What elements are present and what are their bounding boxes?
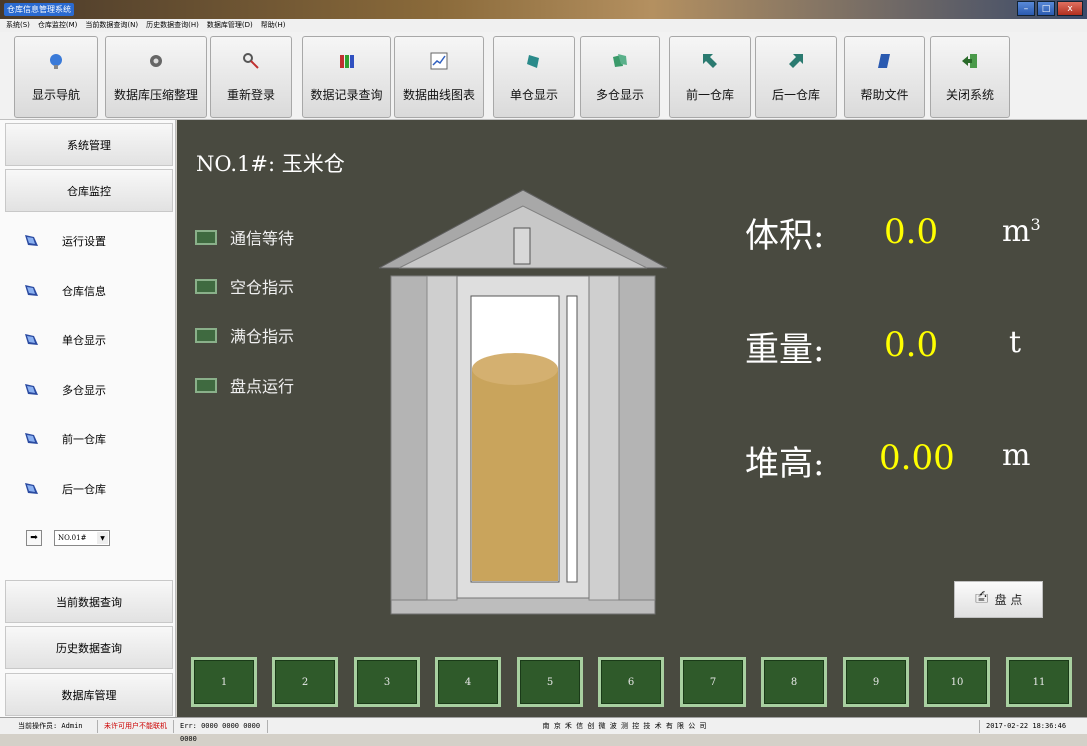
bin-button-11[interactable]: 11 (1006, 657, 1072, 707)
menu-database[interactable]: 数据库管理(D) (207, 19, 253, 32)
status-led (195, 229, 217, 245)
sidebar-item-next-bin[interactable]: 后一仓库 (22, 479, 106, 499)
status-led (195, 327, 217, 343)
gems-icon (611, 52, 629, 70)
gem-icon (525, 52, 543, 70)
silo-title: NO.1#: 玉米仓 (196, 152, 345, 176)
chart-icon (430, 52, 448, 70)
volume-unit: m3 (1002, 214, 1041, 249)
menu-help[interactable]: 帮助(H) (261, 19, 286, 32)
arrow-right-icon: ➡ (30, 533, 38, 543)
indicator-comm-wait: 通信等待 (195, 225, 294, 249)
indicator-full: 满仓指示 (195, 323, 294, 347)
sidebar-system-management[interactable]: 系统管理 (5, 123, 173, 166)
minimize-button[interactable]: – (1017, 1, 1035, 16)
books-icon (338, 52, 356, 70)
maximize-button[interactable]: □ (1037, 1, 1055, 16)
status-led (195, 278, 217, 294)
grain-surface (472, 353, 558, 385)
clipboard-icon: 🖆 (974, 591, 989, 605)
window-title: 仓库信息管理系统 (4, 3, 74, 16)
status-warning: 未许可用户不能联机 (100, 720, 174, 733)
single-bin-button[interactable]: 单仓显示 (493, 36, 575, 118)
prev-bin-button[interactable]: 前一仓库 (669, 36, 751, 118)
relogin-button[interactable]: 重新登录 (210, 36, 292, 118)
silo-panel: NO.1#: 玉米仓 通信等待 空仓指示 满仓指示 盘点运行 体积: 0.0 m… (177, 120, 1087, 717)
gem-icon (25, 433, 38, 444)
silo-diagram (378, 189, 668, 615)
height-label: 堆高: (745, 444, 825, 484)
records-query-button[interactable]: 数据记录查询 (302, 36, 391, 118)
sidebar-history-query[interactable]: 历史数据查询 (5, 626, 173, 669)
exit-icon (961, 52, 979, 70)
status-operator: 当前操作员: Admin (14, 720, 98, 733)
next-bin-button[interactable]: 后一仓库 (755, 36, 837, 118)
height-value: 0.00 (879, 438, 955, 478)
gem-icon (25, 334, 38, 345)
sidebar-current-query[interactable]: 当前数据查询 (5, 580, 173, 623)
menu-history-query[interactable]: 历史数据查询(H) (146, 19, 199, 32)
bin-button-5[interactable]: 5 (517, 657, 583, 707)
status-datetime: 2017-02-22 18:36:46 (986, 722, 1067, 730)
bin-button-9[interactable]: 9 (843, 657, 909, 707)
sidebar-item-run-settings[interactable]: 运行设置 (22, 231, 106, 251)
weight-value: 0.0 (884, 325, 939, 365)
status-company: 南 京 禾 信 创 微 波 测 控 技 术 有 限 公 司 (270, 720, 980, 733)
arrow-up-left-icon (701, 52, 719, 70)
globe-icon (47, 52, 65, 70)
curve-chart-button[interactable]: 数据曲线图表 (394, 36, 484, 118)
menu-monitor[interactable]: 仓库监控(M) (38, 19, 78, 32)
indicator-empty: 空仓指示 (195, 274, 294, 298)
grain-fill (472, 368, 558, 581)
bin-button-8[interactable]: 8 (761, 657, 827, 707)
title-bar: 仓库信息管理系统 – □ x (0, 0, 1087, 19)
gem-icon (25, 285, 38, 296)
menu-system[interactable]: 系统(S) (6, 19, 30, 32)
bin-button-10[interactable]: 10 (924, 657, 990, 707)
bin-button-2[interactable]: 2 (272, 657, 338, 707)
compress-db-button[interactable]: 数据库压缩整理 (105, 36, 207, 118)
sidebar-db-management[interactable]: 数据库管理 (5, 673, 173, 716)
show-nav-button[interactable]: 显示导航 (14, 36, 98, 118)
sidebar-item-bin-info[interactable]: 仓库信息 (22, 281, 106, 301)
bin-button-6[interactable]: 6 (598, 657, 664, 707)
sidebar-item-single-bin[interactable]: 单仓显示 (22, 330, 106, 350)
key-icon (242, 52, 260, 70)
gem-icon (25, 384, 38, 395)
help-file-button[interactable]: 帮助文件 (844, 36, 925, 118)
close-system-button[interactable]: 关闭系统 (930, 36, 1010, 118)
status-led (195, 377, 217, 393)
bin-button-1[interactable]: 1 (191, 657, 257, 707)
sidebar: 系统管理 仓库监控 运行设置 仓库信息 单仓显示 多仓显示 前一仓库 后一仓库 … (0, 120, 176, 717)
weight-unit: t (1009, 325, 1022, 360)
status-bar: 当前操作员: Admin 未许可用户不能联机 Err: 0000 0000 00… (0, 717, 1087, 743)
bin-select[interactable]: NO.01# ▼ (54, 530, 110, 546)
toolbar: 显示导航 数据库压缩整理 重新登录 数据记录查询 数据曲线图表 单仓显示 多仓显… (0, 32, 1087, 120)
bin-button-7[interactable]: 7 (680, 657, 746, 707)
multi-bin-button[interactable]: 多仓显示 (580, 36, 660, 118)
gem-icon (25, 483, 38, 494)
menu-bar: 系统(S) 仓库监控(M) 当前数据查询(N) 历史数据查询(H) 数据库管理(… (0, 19, 1087, 32)
volume-value: 0.0 (884, 212, 939, 252)
book-icon (876, 52, 894, 70)
bin-button-3[interactable]: 3 (354, 657, 420, 707)
gem-icon (25, 235, 38, 246)
menu-current-query[interactable]: 当前数据查询(N) (85, 19, 138, 32)
indicator-check-run: 盘点运行 (195, 373, 294, 397)
sidebar-item-prev-bin[interactable]: 前一仓库 (22, 429, 106, 449)
weight-label: 重量: (745, 330, 825, 370)
chevron-down-icon: ▼ (97, 532, 108, 544)
go-arrow-button[interactable]: ➡ (26, 530, 42, 546)
sidebar-warehouse-monitor[interactable]: 仓库监控 (5, 169, 173, 212)
close-window-button[interactable]: x (1057, 1, 1083, 16)
sidebar-item-multi-bin[interactable]: 多仓显示 (22, 380, 106, 400)
status-error: Err: 0000 0000 0000 0000 (176, 720, 268, 743)
gear-icon (147, 52, 165, 70)
volume-label: 体积: (745, 216, 825, 256)
inventory-check-button[interactable]: 🖆 盘 点 (954, 581, 1043, 618)
height-unit: m (1002, 438, 1031, 473)
arrow-up-right-icon (787, 52, 805, 70)
bin-button-4[interactable]: 4 (435, 657, 501, 707)
